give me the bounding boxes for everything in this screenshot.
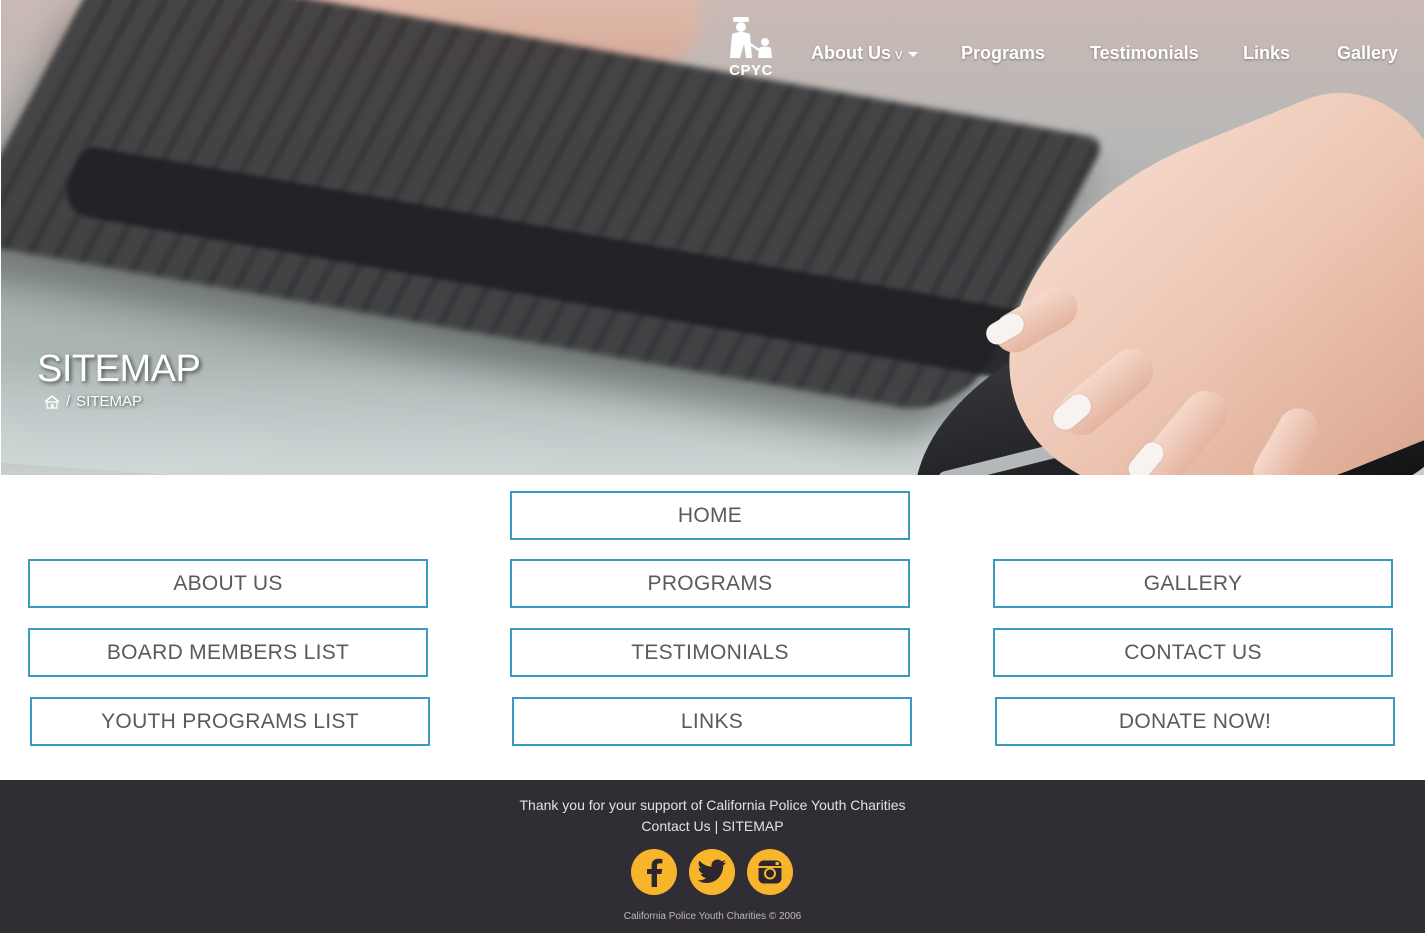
nav-gallery[interactable]: Gallery <box>1337 43 1398 64</box>
caret-down-icon <box>907 51 918 57</box>
cpyc-logo[interactable]: CPYC <box>722 14 782 80</box>
logo-text: CPYC <box>729 62 773 79</box>
sitemap-board-members-button[interactable]: BOARD MEMBERS LIST <box>28 628 428 677</box>
breadcrumb: / SITEMAP <box>44 393 142 410</box>
sitemap-gallery-button[interactable]: GALLERY <box>993 559 1393 608</box>
footer-link-separator: | <box>714 818 719 834</box>
nav-links[interactable]: Links <box>1243 43 1290 64</box>
top-navigation: CPYC About Us v Programs Testimonials Lin… <box>0 0 1425 100</box>
sitemap-links-button[interactable]: LINKS <box>512 697 912 746</box>
nav-about-label: About Us <box>811 43 891 63</box>
twitter-icon[interactable] <box>689 849 735 895</box>
sitemap-youth-programs-button[interactable]: YOUTH PROGRAMS LIST <box>30 697 430 746</box>
footer-thanks-text: Thank you for your support of California… <box>519 797 906 813</box>
footer-copyright: California Police Youth Charities © 2006 <box>623 911 802 922</box>
sitemap-home-button[interactable]: HOME <box>510 491 910 540</box>
instagram-icon[interactable] <box>747 849 793 895</box>
sitemap-contact-us-button[interactable]: CONTACT US <box>993 628 1393 677</box>
sitemap-programs-button[interactable]: PROGRAMS <box>510 559 910 608</box>
breadcrumb-separator: / <box>66 393 71 410</box>
facebook-icon[interactable] <box>631 849 677 895</box>
police-officer-child-icon <box>730 17 772 58</box>
nav-about-us[interactable]: About Us v <box>811 43 918 64</box>
sitemap-testimonials-button[interactable]: TESTIMONIALS <box>510 628 910 677</box>
footer-sitemap-link[interactable]: SITEMAP <box>722 818 783 834</box>
nav-programs[interactable]: Programs <box>961 43 1045 64</box>
footer-links: Contact Us | SITEMAP <box>0 818 1425 834</box>
home-icon[interactable] <box>44 394 60 409</box>
sitemap-about-us-button[interactable]: ABOUT US <box>28 559 428 608</box>
footer-contact-link[interactable]: Contact Us <box>641 818 710 834</box>
footer: Thank you for your support of California… <box>0 780 1425 933</box>
page-title: SITEMAP <box>37 348 201 390</box>
nav-testimonials[interactable]: Testimonials <box>1090 43 1199 64</box>
breadcrumb-current: SITEMAP <box>76 393 143 410</box>
sitemap-donate-button[interactable]: DONATE NOW! <box>995 697 1395 746</box>
chevron-down-icon: v <box>895 46 903 63</box>
